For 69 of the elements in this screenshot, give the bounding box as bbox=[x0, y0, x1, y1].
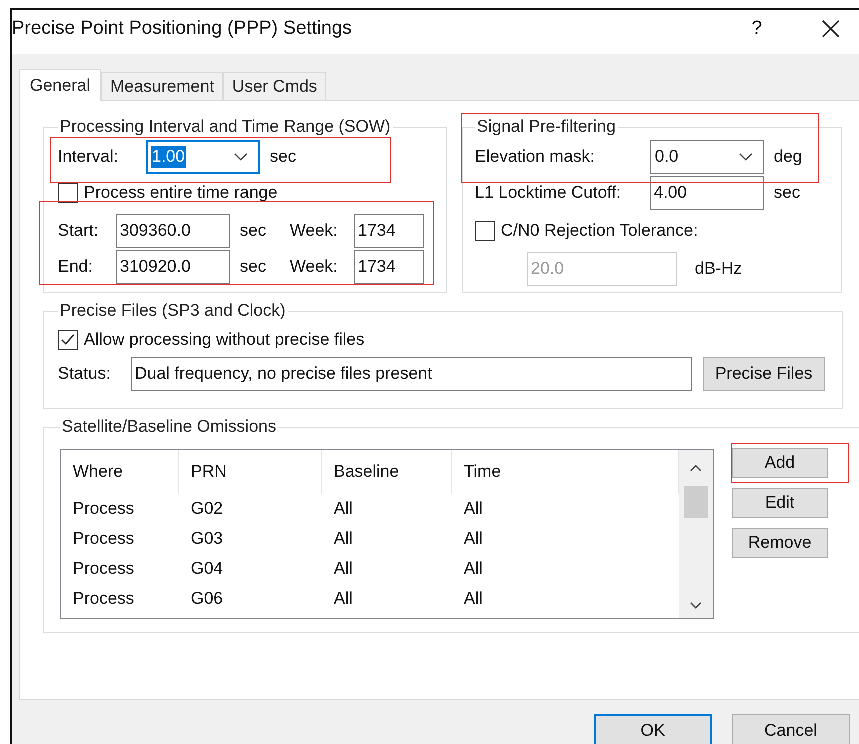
input-field[interactable]: 1734 bbox=[354, 250, 424, 284]
interval-dropdown[interactable]: 1.00 bbox=[146, 140, 260, 174]
field-label: L1 Locktime Cutoff: bbox=[475, 183, 622, 203]
checkbox-label: Allow processing without precise files bbox=[84, 330, 365, 350]
column-header[interactable]: PRN bbox=[179, 450, 322, 494]
tab[interactable]: Measurement bbox=[101, 72, 224, 100]
input-field[interactable]: 310920.0 bbox=[116, 250, 230, 284]
unit-label: sec bbox=[240, 257, 268, 277]
table-cell-text: All bbox=[463, 589, 484, 609]
input-field[interactable]: 4.00 bbox=[650, 176, 764, 210]
input-field[interactable]: 309360.0 bbox=[116, 214, 230, 248]
elevation-dropdown[interactable]: 0.0 bbox=[650, 140, 764, 174]
field-label: Interval: bbox=[58, 147, 120, 167]
table-cell-text: All bbox=[333, 559, 354, 579]
column-header[interactable]: Where bbox=[61, 450, 179, 494]
list-button[interactable]: Add bbox=[732, 448, 828, 478]
chevron-down-icon bbox=[739, 153, 753, 161]
group-title: Satellite/Baseline Omissions bbox=[61, 417, 278, 437]
table-cell-text: All bbox=[463, 559, 484, 579]
table-cell-text: All bbox=[333, 499, 354, 519]
tab[interactable]: General bbox=[19, 69, 102, 101]
window-title: Precise Point Positioning (PPP) Settings bbox=[12, 18, 354, 40]
group-title: Signal Pre-filtering bbox=[476, 117, 617, 137]
unit-label: dB-Hz bbox=[695, 259, 742, 279]
field-label: Start: bbox=[58, 221, 100, 241]
table-cell-text: Process bbox=[72, 559, 136, 579]
input-field[interactable]: 1734 bbox=[354, 214, 424, 248]
checkmark-icon bbox=[61, 334, 75, 346]
group-title: Precise Files (SP3 and Clock) bbox=[59, 301, 287, 321]
scrollbar-thumb[interactable] bbox=[684, 486, 708, 518]
table-cell-text: All bbox=[333, 589, 354, 609]
checkbox-label: Process entire time range bbox=[84, 183, 278, 203]
scroll-down-icon[interactable] bbox=[690, 602, 702, 610]
scroll-up-icon[interactable] bbox=[690, 464, 702, 472]
unit-label: sec bbox=[270, 147, 296, 167]
tab[interactable]: User Cmds bbox=[223, 72, 326, 100]
status-field: Dual frequency, no precise files present bbox=[131, 357, 692, 391]
field-label: Status: bbox=[58, 364, 112, 384]
precise-files-button[interactable]: Precise Files bbox=[703, 357, 825, 391]
dialog-button[interactable]: Cancel bbox=[732, 714, 850, 744]
list-button[interactable]: Remove bbox=[732, 528, 828, 558]
help-button[interactable]: ? bbox=[729, 10, 785, 49]
table-cell-text: Process bbox=[72, 529, 136, 549]
table-cell-text: All bbox=[463, 529, 484, 549]
table-cell-text: All bbox=[333, 529, 354, 549]
checkbox[interactable] bbox=[58, 183, 78, 203]
table-cell-text: G06 bbox=[190, 589, 224, 609]
scrollbar[interactable] bbox=[679, 450, 713, 618]
list-button[interactable]: Edit bbox=[732, 488, 828, 518]
close-icon bbox=[822, 20, 840, 38]
field-label: Week: bbox=[290, 221, 339, 241]
table-cell-text: G03 bbox=[190, 529, 224, 549]
unit-label: sec bbox=[774, 183, 800, 203]
unit-label: deg bbox=[774, 147, 802, 167]
checkbox[interactable] bbox=[58, 330, 78, 350]
unit-label: sec bbox=[240, 221, 268, 241]
field-label: End: bbox=[58, 257, 94, 277]
table-cell-text: G02 bbox=[190, 499, 224, 519]
table-cell-text: Process bbox=[72, 589, 136, 609]
column-header[interactable]: Baseline bbox=[322, 450, 452, 494]
table-cell-text: Process bbox=[72, 499, 136, 519]
table-cell-text: All bbox=[463, 499, 484, 519]
table-cell-text: G04 bbox=[190, 559, 224, 579]
dialog-button[interactable]: OK bbox=[594, 714, 712, 744]
field-label: Week: bbox=[290, 257, 339, 277]
checkbox-label: C/N0 Rejection Tolerance: bbox=[501, 221, 698, 241]
chevron-down-icon bbox=[234, 153, 248, 161]
field-label: Elevation mask: bbox=[475, 147, 596, 167]
group-title: Processing Interval and Time Range (SOW) bbox=[59, 117, 392, 137]
